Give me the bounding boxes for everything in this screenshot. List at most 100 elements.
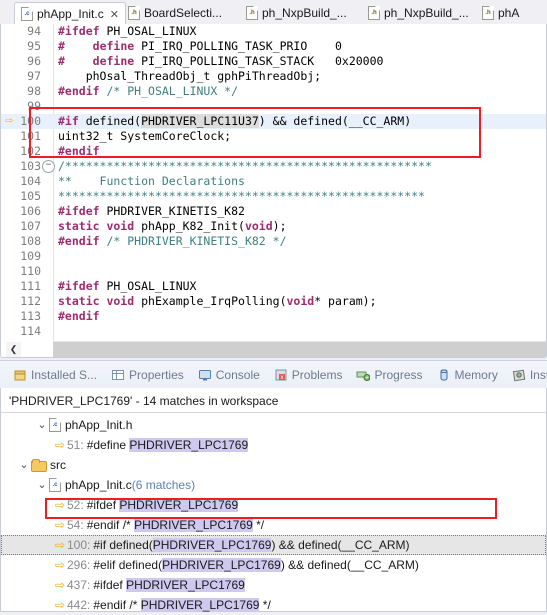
code-line[interactable]: 102 #endif [1,144,546,159]
code-line[interactable]: 98 #endif /* PH_OSAL_LINUX */ [1,84,546,99]
code-token: #ifdef [58,204,100,218]
code-line[interactable]: 96 # define PI_IRQ_POLLING_TASK_STACK 0x2… [1,54,546,69]
h-file-icon: .h [128,5,140,20]
view-tab-label: Console [215,368,260,382]
code-line[interactable]: 104 ** Function Declarations [1,174,546,189]
code-line[interactable]: 105 *************************************… [1,189,546,204]
code-token: ** Function Declarations [58,174,245,188]
match-highlight: PHDRIVER_LPC1769 [152,538,272,552]
code-text: uint32_t SystemCoreClock; [58,129,231,144]
view-tab-console[interactable]: Console [191,362,267,388]
code-token: PI_IRQ_POLLING_TASK_STACK 0x20000 [134,54,384,68]
line-number: 110 [20,264,41,278]
match-line-number: 51: [67,438,84,452]
code-line[interactable]: 99 [1,99,546,114]
code-line[interactable]: 114 [1,324,546,339]
match-arrow-icon: ⇨ [54,538,66,552]
code-token: static void [58,294,135,308]
progress-icon: + [356,368,371,382]
fold-collapse-icon[interactable]: − [42,160,55,173]
view-tab-progress[interactable]: + Progress [349,362,429,388]
chevron-down-icon[interactable]: ⌄ [17,458,31,472]
editor-tab-2[interactable]: .h ph_NxpBuild_... [240,1,353,24]
view-tab-installed-s[interactable]: Installed S... [6,362,104,388]
code-line[interactable]: −103 /***********************************… [1,159,546,174]
search-match-row[interactable]: ⇨ 54: #endif /* PHDRIVER_LPC1769 */ [1,515,546,535]
match-text: #define PHDRIVER_LPC1769 [86,438,249,452]
search-tree-row[interactable]: ⌄ .c phApp_Init.h [1,415,546,435]
search-match-row[interactable]: ⇨ 296: #elif defined(PHDRIVER_LPC1769) && … [1,555,546,575]
h-file-icon: .h [482,5,494,20]
code-line[interactable]: 113 #endif [1,309,546,324]
code-text: # define PI_IRQ_POLLING_TASK_PRIO 0 [58,39,342,54]
view-tab-label: Installed S... [31,368,98,382]
code-text: ** Function Declarations [58,174,245,189]
editor-tab-1[interactable]: .h BoardSelecti... [122,1,228,24]
scroll-left-arrow-icon[interactable]: ❮ [6,342,21,357]
editor-horizontal-scrollbar[interactable]: ❮ [6,341,546,357]
line-number: 107 [20,219,41,233]
code-text: #endif /* PH_OSAL_LINUX */ [58,84,238,99]
search-match-row[interactable]: ⇨ 51: #define PHDRIVER_LPC1769 [1,435,546,455]
code-token: ) && defined(__CC_ARM) [258,114,412,128]
match-prefix: #ifdef [93,578,127,592]
code-line[interactable]: 109 [1,249,546,264]
view-tab-label: Properties [129,368,184,382]
search-tree-row[interactable]: ⌄ src [1,455,546,475]
code-line[interactable]: 95 # define PI_IRQ_POLLING_TASK_PRIO 0 [1,39,546,54]
editor-tab-3[interactable]: .h ph_NxpBuild_... [362,1,475,24]
match-prefix: #define [86,438,130,452]
code-text: #if defined(PHDRIVER_LPC11U37) && define… [58,114,411,129]
view-tab-memory[interactable]: Memory [430,362,505,388]
code-line[interactable]: 111 #ifdef PH_OSAL_LINUX [1,279,546,294]
editor-tab-0[interactable]: .c phApp_Init.c ✕ [14,2,126,25]
code-text: static void phApp_K82_Init(void); [58,219,287,234]
code-line[interactable]: 106 #ifdef PHDRIVER_KINETIS_K82 [1,204,546,219]
line-number: 95 [27,39,41,53]
code-line[interactable]: 107 static void phApp_K82_Init(void); [1,219,546,234]
search-match-row[interactable]: ⇨ 52: #ifdef PHDRIVER_LPC1769 [1,495,546,515]
memory-icon [437,368,451,382]
source-code[interactable]: 94 #ifdef PH_OSAL_LINUX 95 # define PI_IRQ_… [1,24,546,357]
file-icon-label: .c [24,11,30,17]
match-arrow-icon: ⇨ [54,438,66,452]
code-line[interactable]: 94 #ifdef PH_OSAL_LINUX [1,24,546,39]
search-results-tree[interactable]: ⌄ .c phApp_Init.h ⇨ 51: #define PHDRIVER_LPC1… [1,413,546,615]
close-icon[interactable]: ✕ [110,8,119,21]
search-match-row[interactable]: ⇨ 100: #if defined(PHDRIVER_LPC1769) && de… [1,535,546,555]
line-number: 108 [20,234,41,248]
code-token: #ifdef [58,24,100,38]
search-match-row[interactable]: ⇨ 442: #endif /* PHDRIVER_LPC1769 */ [1,595,546,615]
match-line-number: 296: [67,558,91,572]
view-tab-label: Instruct [529,368,547,382]
code-token: ****************************************… [58,189,425,203]
code-text: #ifdef PH_OSAL_LINUX [58,279,196,294]
bottom-view-stack: Installed S... Properties Console x Problems… [0,360,547,612]
view-tab-properties[interactable]: Properties [104,362,191,388]
search-tree-row[interactable]: ⌄ .c phApp_Init.c (6 matches) [1,475,546,495]
code-line[interactable]: 97 phOsal_ThreadObj_t gphPiThreadObj; [1,69,546,84]
code-token: ); [272,219,287,233]
search-match-row[interactable]: ⇨ 437: #ifdef PHDRIVER_LPC1769 [1,575,546,595]
code-line[interactable]: 112 static void phExample_IrqPolling(void… [1,294,546,309]
code-line[interactable]: 108 #endif /* PHDRIVER_KINETIS_K82 */ [1,234,546,249]
file-icon-label: .h [131,9,137,16]
file-name-label: phApp_Init.c [65,478,132,492]
code-line[interactable]: 101 uint32_t SystemCoreClock; [1,129,546,144]
match-highlight: PHDRIVER_LPC1769 [126,578,245,592]
properties-icon [111,368,125,382]
line-number: 113 [20,309,41,323]
code-token: define [92,39,135,53]
chevron-down-icon[interactable]: ⌄ [35,418,49,432]
code-token: define [92,54,135,68]
code-line[interactable]: 110 [1,264,546,279]
editor-tab-label: ph_NxpBuild_... [262,5,347,20]
editor-text-area[interactable]: 94 #ifdef PH_OSAL_LINUX 95 # define PI_IRQ_… [0,24,547,358]
code-text: phOsal_ThreadObj_t gphPiThreadObj; [58,69,321,84]
view-tab-instruct[interactable]: Instruct [505,362,547,388]
chevron-down-icon[interactable]: ⌄ [35,478,49,492]
code-line[interactable]: ⇨ 100 #if defined(PHDRIVER_LPC11U37) && de… [1,114,546,129]
view-tab-problems[interactable]: x Problems [267,362,350,388]
editor-tab-4[interactable]: .h phA [476,1,525,24]
code-token: void [244,219,273,233]
